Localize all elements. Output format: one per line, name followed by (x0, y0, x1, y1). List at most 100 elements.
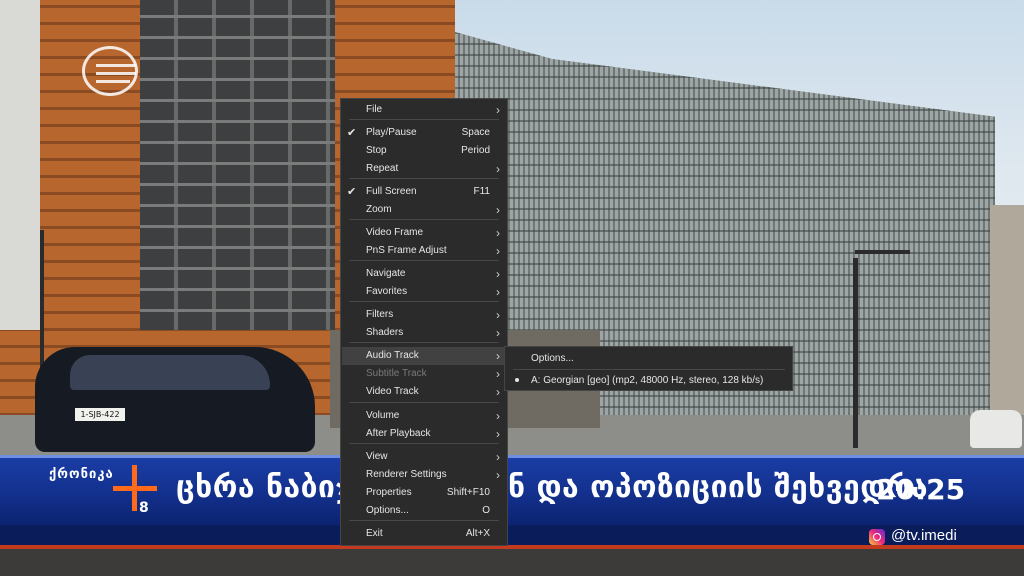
menu-item-shortcut: Space (461, 127, 490, 138)
street-lamp-right (853, 258, 858, 448)
menu-item-label: Shaders (366, 327, 404, 338)
menu-item-pns-frame-adjust[interactable]: PnS Frame Adjust › (342, 242, 506, 260)
menu-item-label: View (366, 451, 388, 462)
menu-item-after-playback[interactable]: After Playback › (342, 425, 506, 443)
channel-logo-bar-icon (96, 64, 136, 67)
channel-logo-bar-icon (96, 72, 136, 75)
submenu-arrow-icon: › (496, 326, 500, 340)
menu-item-label: After Playback (366, 428, 431, 439)
building-right (990, 205, 1024, 415)
program-plus-icon (113, 465, 157, 511)
submenu-item-label: A: Georgian [geo] (mp2, 48000 Hz, stereo… (531, 375, 764, 386)
menu-item-shaders[interactable]: Shaders › (342, 324, 506, 342)
submenu-arrow-icon: › (496, 226, 500, 240)
building-left-facade-rows (140, 0, 335, 330)
channel-logo-bar-icon (96, 80, 130, 83)
submenu-arrow-icon: › (496, 103, 500, 117)
menu-item-label: Audio Track (366, 350, 419, 361)
submenu-arrow-icon: › (496, 203, 500, 217)
menu-separator (349, 301, 499, 302)
submenu-item-label: Options... (531, 353, 574, 364)
car-window (70, 355, 270, 390)
menu-item-options[interactable]: Options... O (342, 502, 506, 520)
radio-selected-icon (515, 378, 519, 382)
menu-separator (349, 219, 499, 220)
submenu-arrow-icon: › (496, 468, 500, 482)
menu-separator (349, 178, 499, 179)
menu-item-file[interactable]: File › (342, 101, 506, 119)
menu-item-navigate[interactable]: Navigate › (342, 265, 506, 283)
menu-item-full-screen[interactable]: ✔ Full Screen F11 (342, 183, 506, 201)
menu-item-repeat[interactable]: Repeat › (342, 160, 506, 178)
menu-item-label: Subtitle Track (366, 368, 427, 379)
building-tower (0, 0, 40, 330)
menu-item-video-frame[interactable]: Video Frame › (342, 224, 506, 242)
submenu-arrow-icon: › (496, 244, 500, 258)
menu-item-label: Renderer Settings (366, 469, 447, 480)
submenu-arrow-icon: › (496, 285, 500, 299)
menu-item-shortcut: Shift+F10 (446, 487, 490, 498)
submenu-arrow-icon: › (496, 427, 500, 441)
instagram-icon (869, 529, 885, 545)
submenu-arrow-icon: › (496, 308, 500, 322)
ticker-top-line (0, 455, 1024, 458)
menu-item-video-track[interactable]: Video Track › (342, 383, 506, 401)
menu-item-filters[interactable]: Filters › (342, 306, 506, 324)
audio-options-item[interactable]: Options... (506, 349, 791, 368)
channel-logo-icon (82, 46, 138, 96)
menu-item-shortcut: O (482, 505, 490, 516)
menu-item-label: Options... (366, 505, 409, 516)
context-menu: File › ✔ Play/Pause Space Stop Period Repeat › ✔ F… (340, 98, 508, 546)
program-number: 8 (139, 500, 149, 516)
menu-item-label: Volume (366, 410, 400, 421)
audio-track-submenu: Options... A: Georgian [geo] (mp2, 48000 … (504, 346, 793, 391)
menu-item-label: Favorites (366, 286, 408, 297)
menu-item-exit[interactable]: Exit Alt+X (342, 525, 506, 543)
submenu-arrow-icon: › (496, 367, 500, 381)
menu-item-shortcut: Alt+X (465, 528, 490, 539)
submenu-separator (513, 369, 785, 370)
menu-item-view[interactable]: View › (342, 448, 506, 466)
checkmark-icon: ✔ (347, 186, 357, 198)
white-car (970, 410, 1022, 448)
program-name: ქრონიკა (49, 467, 114, 482)
menu-item-subtitle-track: Subtitle Track › (342, 365, 506, 383)
ticker-accent-line (0, 545, 1024, 549)
headline-right: ნ და ოპოზიციის შეხვედრა (508, 470, 929, 505)
menu-item-shortcut: Period (461, 145, 490, 156)
menu-item-label: Repeat (366, 163, 399, 174)
menu-item-label: Video Track (366, 386, 419, 397)
car-plate: 1-SJB-422 (75, 408, 125, 421)
submenu-arrow-icon: › (496, 450, 500, 464)
social-handle: @tv.imedi (891, 527, 957, 544)
menu-item-label: File (366, 104, 383, 115)
menu-separator (349, 443, 499, 444)
menu-item-volume[interactable]: Volume › (342, 407, 506, 425)
menu-separator (349, 119, 499, 120)
menu-separator (349, 520, 499, 521)
menu-separator (349, 342, 499, 343)
menu-item-label: Play/Pause (366, 127, 417, 138)
menu-item-audio-track[interactable]: Audio Track › (342, 347, 506, 365)
menu-item-label: Properties (366, 487, 412, 498)
menu-item-label: Zoom (366, 204, 392, 215)
audio-track-item[interactable]: A: Georgian [geo] (mp2, 48000 Hz, stereo… (506, 371, 791, 390)
menu-item-stop[interactable]: Stop Period (342, 142, 506, 160)
video-frame[interactable]: 1-SJB-422 ქრონიკა 8 ცხრა ნაბიჯი ნ და ოპო… (0, 0, 1024, 576)
submenu-arrow-icon: › (496, 162, 500, 176)
menu-item-renderer-settings[interactable]: Renderer Settings › (342, 466, 506, 484)
menu-separator (349, 402, 499, 403)
street-lamp-arm (855, 250, 910, 254)
menu-item-label: Filters (366, 309, 394, 320)
submenu-arrow-icon: › (496, 409, 500, 423)
menu-item-label: Video Frame (366, 227, 424, 238)
menu-item-properties[interactable]: Properties Shift+F10 (342, 484, 506, 502)
menu-item-shortcut: F11 (473, 186, 491, 197)
menu-item-favorites[interactable]: Favorites › (342, 283, 506, 301)
checkmark-icon: ✔ (347, 127, 357, 139)
menu-item-play-pause[interactable]: ✔ Play/Pause Space (342, 124, 506, 142)
menu-item-label: PnS Frame Adjust (366, 245, 447, 256)
menu-separator (349, 260, 499, 261)
menu-item-label: Stop (366, 145, 387, 156)
menu-item-zoom[interactable]: Zoom › (342, 201, 506, 219)
